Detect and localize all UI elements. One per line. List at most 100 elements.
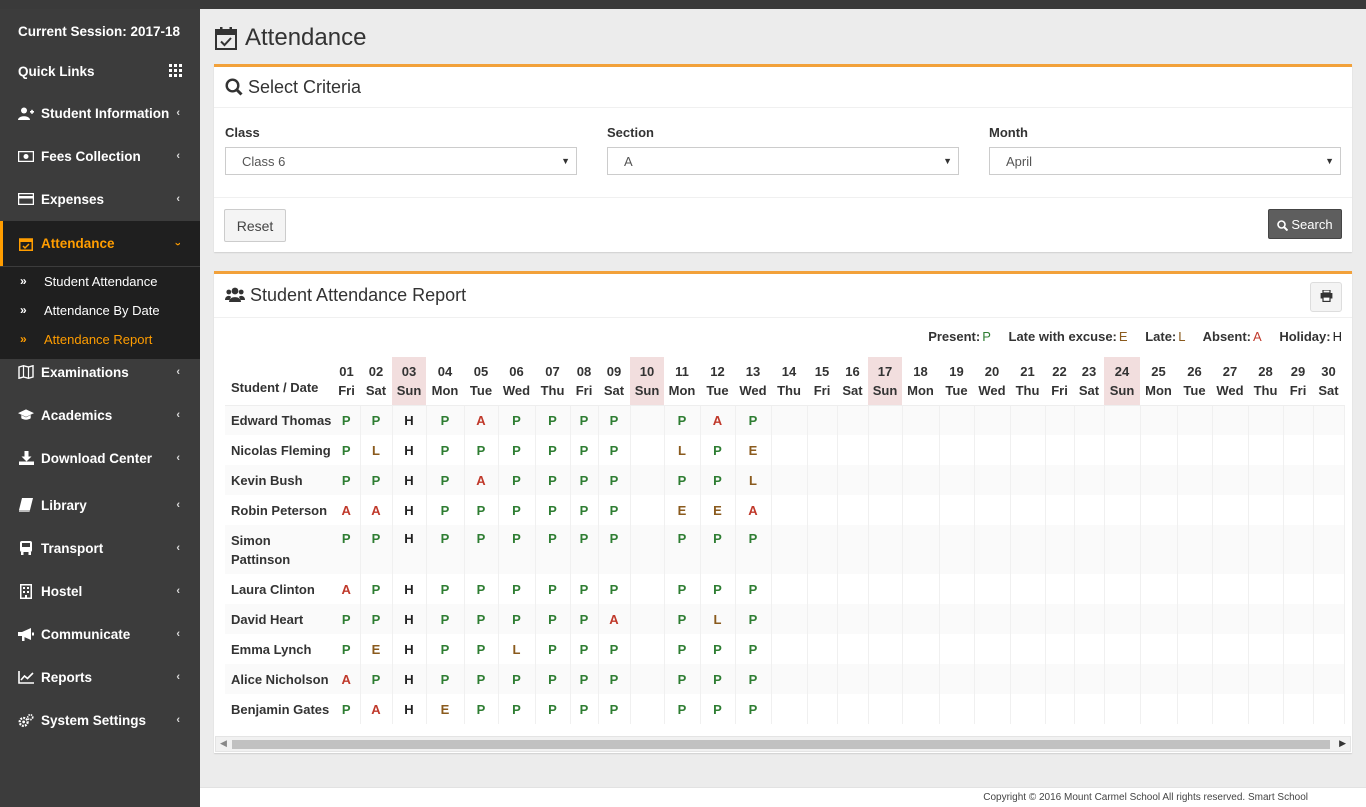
day-weekday: Sat bbox=[1078, 382, 1100, 398]
scroll-left-icon[interactable]: ◀ bbox=[220, 738, 227, 749]
attendance-cell bbox=[1104, 604, 1141, 634]
month-select[interactable]: April ▼ bbox=[989, 147, 1341, 175]
attendance-cell: P bbox=[535, 435, 571, 465]
submenu-attendance-report[interactable]: » Attendance Report bbox=[0, 327, 200, 351]
attendance-cell: P bbox=[333, 634, 361, 664]
attendance-cell bbox=[1104, 405, 1141, 435]
attendance-cell bbox=[1283, 525, 1314, 574]
sidebar-item-communicate[interactable]: Communicate ‹ bbox=[0, 622, 200, 646]
submenu-label: Attendance Report bbox=[44, 331, 153, 347]
day-number: 11 bbox=[675, 363, 689, 379]
sidebar-item-system-settings[interactable]: System Settings ‹ bbox=[0, 708, 200, 732]
sidebar-item-expenses[interactable]: Expenses ‹ bbox=[0, 187, 200, 211]
day-header: 26 Tue bbox=[1177, 357, 1212, 406]
attendance-cell: H bbox=[392, 604, 427, 634]
attendance-cell: L bbox=[360, 435, 393, 465]
attendance-cell: A bbox=[598, 604, 631, 634]
attendance-cell: P bbox=[598, 634, 631, 664]
bus-icon bbox=[18, 541, 34, 555]
search-button[interactable]: Search bbox=[1268, 209, 1342, 239]
attendance-cell bbox=[939, 634, 975, 664]
day-weekday: Wed bbox=[978, 382, 1006, 398]
money-icon bbox=[18, 149, 34, 163]
chevron-left-icon: ‹ bbox=[176, 499, 180, 511]
student-name: Kevin Bush bbox=[231, 472, 303, 488]
attendance-cell bbox=[1177, 435, 1213, 465]
sidebar-item-examinations[interactable]: Examinations ‹ bbox=[0, 360, 200, 384]
day-header: 01 Fri bbox=[333, 357, 360, 406]
day-header: 27 Wed bbox=[1212, 357, 1248, 406]
month-label: Month bbox=[989, 125, 1028, 140]
sidebar-item-reports[interactable]: Reports ‹ bbox=[0, 665, 200, 689]
day-number: 17 bbox=[877, 363, 893, 379]
scroll-right-icon[interactable]: ▶ bbox=[1339, 738, 1346, 749]
chevron-left-icon: ‹ bbox=[176, 628, 180, 640]
attendance-cell bbox=[1313, 694, 1345, 724]
print-button[interactable] bbox=[1310, 282, 1342, 312]
attendance-cell: P bbox=[570, 604, 599, 634]
line-chart-icon bbox=[18, 670, 34, 684]
day-weekday: Fri bbox=[338, 382, 355, 398]
day-header: 20 Wed bbox=[974, 357, 1010, 406]
attendance-cell: P bbox=[535, 574, 571, 604]
attendance-cell: P bbox=[570, 525, 599, 574]
day-header: 06 Wed bbox=[498, 357, 535, 406]
sidebar-item-library[interactable]: Library ‹ bbox=[0, 493, 200, 517]
attendance-cell: P bbox=[498, 495, 536, 525]
calendar-check-icon bbox=[18, 237, 34, 251]
day-header: 14 Thu bbox=[771, 357, 807, 406]
sidebar-item-student-information[interactable]: Student Information ‹ bbox=[0, 101, 200, 125]
attendance-cell bbox=[868, 405, 903, 435]
day-header: 12 Tue bbox=[700, 357, 735, 406]
building-icon bbox=[18, 583, 34, 599]
day-header: 13 Wed bbox=[735, 357, 771, 406]
attendance-cell bbox=[974, 694, 1011, 724]
sidebar-item-attendance[interactable]: Attendance ‹ bbox=[0, 221, 200, 266]
quick-links[interactable]: Quick Links bbox=[0, 59, 200, 83]
attendance-cell bbox=[1074, 435, 1105, 465]
attendance-cell bbox=[771, 435, 808, 465]
day-weekday: Thu bbox=[777, 382, 801, 398]
attendance-cell bbox=[1010, 495, 1046, 525]
sidebar-item-transport[interactable]: Transport ‹ bbox=[0, 536, 200, 560]
day-number: 12 bbox=[710, 363, 725, 379]
horizontal-scrollbar[interactable]: ◀ ▶ bbox=[215, 736, 1351, 752]
attendance-cell: P bbox=[360, 525, 393, 574]
reset-button[interactable]: Reset bbox=[224, 209, 286, 242]
submenu-attendance-by-date[interactable]: » Attendance By Date bbox=[0, 298, 200, 322]
class-select[interactable]: Class 6 ▼ bbox=[225, 147, 577, 175]
scrollbar-thumb[interactable] bbox=[232, 740, 1330, 749]
sidebar-item-hostel[interactable]: Hostel ‹ bbox=[0, 579, 200, 603]
sidebar-item-fees-collection[interactable]: Fees Collection ‹ bbox=[0, 144, 200, 168]
attendance-cell: P bbox=[426, 634, 465, 664]
attendance-cell: E bbox=[360, 634, 393, 664]
attendance-cell bbox=[1283, 634, 1314, 664]
sidebar-item-academics[interactable]: Academics ‹ bbox=[0, 403, 200, 427]
sidebar-item-label: Student Information bbox=[41, 105, 170, 121]
attendance-cell bbox=[1074, 574, 1105, 604]
attendance-cell bbox=[868, 435, 903, 465]
chevron-left-icon: ‹ bbox=[176, 714, 180, 726]
section-select[interactable]: A ▼ bbox=[607, 147, 959, 175]
divider bbox=[214, 197, 1352, 198]
page-title: Attendance bbox=[245, 24, 367, 51]
sidebar-item-download-center[interactable]: Download Center ‹ bbox=[0, 446, 200, 470]
user-plus-icon bbox=[18, 106, 34, 120]
student-name: Alice Nicholson bbox=[231, 671, 329, 687]
table-row: Robin Peterson A A H P P P P P P E E A bbox=[225, 495, 1345, 525]
sidebar-item-label: Transport bbox=[41, 540, 104, 556]
attendance-cell: P bbox=[700, 435, 736, 465]
attendance-cell bbox=[939, 405, 975, 435]
page-header: Attendance bbox=[215, 24, 366, 52]
attendance-cell: P bbox=[664, 405, 701, 435]
attendance-cell: P bbox=[498, 694, 536, 724]
map-icon bbox=[18, 365, 34, 379]
day-header: 21 Thu bbox=[1010, 357, 1045, 406]
attendance-submenu: » Student Attendance » Attendance By Dat… bbox=[0, 267, 200, 359]
attendance-cell bbox=[1074, 465, 1105, 495]
attendance-cell bbox=[1212, 405, 1249, 435]
current-session[interactable]: Current Session: 2017-18 bbox=[0, 19, 200, 43]
submenu-student-attendance[interactable]: » Student Attendance bbox=[0, 269, 200, 293]
attendance-cell bbox=[771, 694, 808, 724]
attendance-cell bbox=[902, 604, 940, 634]
